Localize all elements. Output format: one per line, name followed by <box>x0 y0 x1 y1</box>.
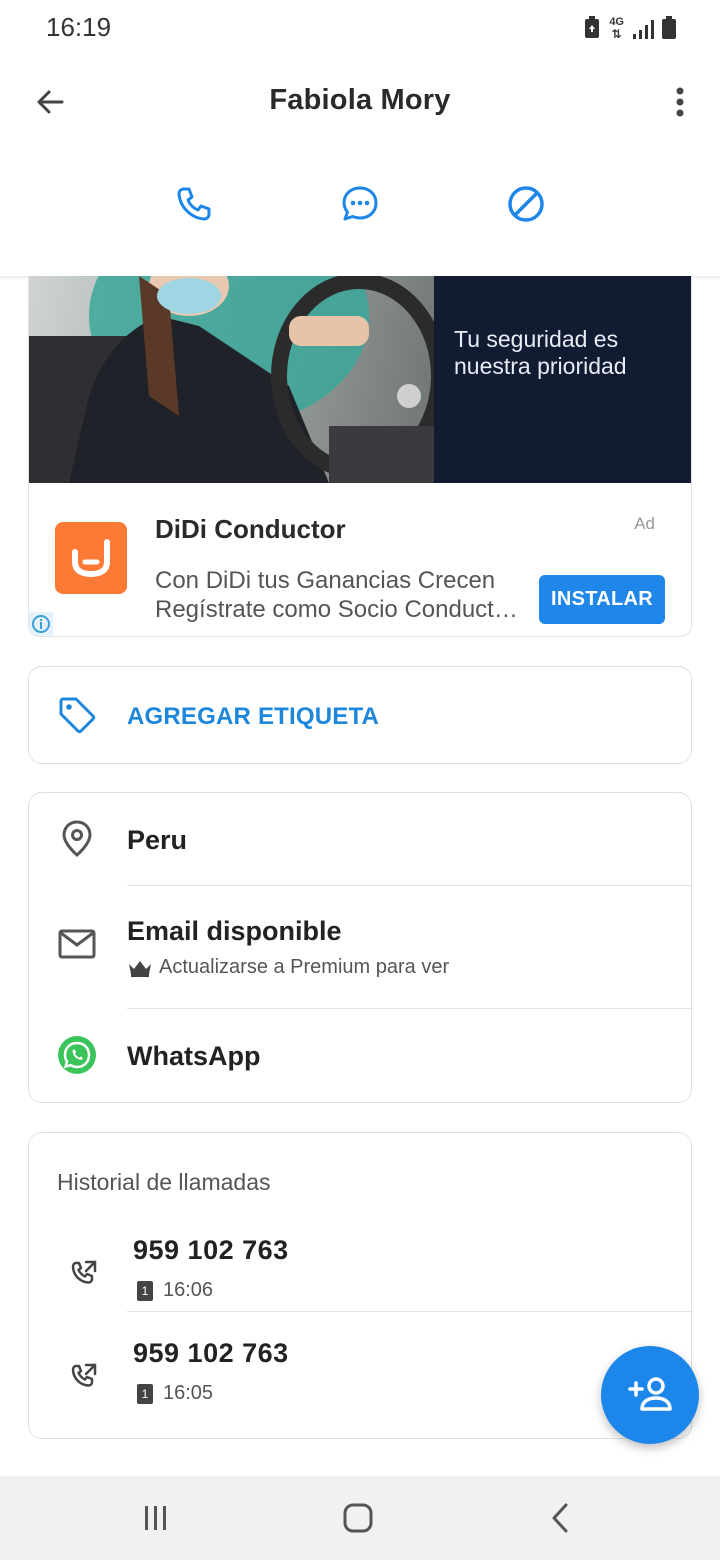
whatsapp-label: WhatsApp <box>127 1041 261 1071</box>
call-time-text: 16:05 <box>163 1382 214 1404</box>
driver-illustration <box>29 276 447 483</box>
ad-label: Ad <box>634 514 655 533</box>
sim-icon: 1 <box>137 1280 153 1301</box>
more-options-button[interactable] <box>662 80 698 124</box>
ad-photo <box>29 276 447 483</box>
email-premium-hint: Actualizarse a Premium para ver <box>127 956 449 979</box>
whatsapp-icon <box>57 1035 97 1075</box>
email-premium-text: Actualizarse a Premium para ver <box>159 956 450 978</box>
add-tag-label: AGREGAR ETIQUETA <box>127 703 380 730</box>
location-pin-icon <box>57 819 97 859</box>
message-button[interactable] <box>334 178 386 230</box>
install-button[interactable]: INSTALAR <box>539 575 665 624</box>
block-button[interactable] <box>500 178 552 230</box>
signal-icon <box>633 20 654 39</box>
call-time: 1 16:05 <box>137 1382 213 1405</box>
info-icon <box>32 615 50 633</box>
system-nav-bar <box>0 1476 720 1560</box>
status-time: 16:19 <box>46 12 112 42</box>
app-header: Fabiola Mory <box>0 54 720 150</box>
call-button[interactable] <box>168 178 220 230</box>
add-tag-card[interactable]: AGREGAR ETIQUETA <box>28 666 692 764</box>
email-title: Email disponible <box>127 916 342 946</box>
whatsapp-row[interactable]: WhatsApp <box>29 1009 693 1103</box>
phone-icon <box>177 187 211 221</box>
status-bar: 16:19 4G ⇅ <box>0 0 720 54</box>
footer-disclaimer-peek <box>0 1466 720 1476</box>
call-divider <box>127 1311 691 1312</box>
status-icons: 4G ⇅ <box>583 14 676 40</box>
call-history-item[interactable]: 959 102 763 1 16:05 <box>29 1328 693 1428</box>
ad-card[interactable]: Tu seguridad es nuestra prioridad DiDi C… <box>28 276 692 637</box>
contact-info-card: Peru Email disponible Actualizarse a Pre… <box>28 792 692 1103</box>
chat-bubble-icon <box>342 186 378 221</box>
battery-saver-icon <box>585 16 600 38</box>
didi-logo-mark <box>72 539 110 578</box>
sim-icon: 1 <box>137 1383 153 1404</box>
system-back-button[interactable] <box>540 1498 580 1538</box>
home-icon <box>343 1503 373 1533</box>
outgoing-call-icon <box>71 1363 97 1387</box>
block-icon <box>508 186 544 222</box>
battery-icon <box>662 16 676 39</box>
add-contact-icon <box>628 1377 672 1411</box>
location-row[interactable]: Peru <box>29 793 693 885</box>
action-bar <box>0 150 720 276</box>
home-button[interactable] <box>338 1498 378 1538</box>
call-history-item[interactable]: 959 102 763 1 16:06 <box>29 1225 693 1325</box>
4g-data-icon: 4G ⇅ <box>609 16 624 41</box>
call-time: 1 16:06 <box>137 1279 213 1302</box>
ad-banner-image[interactable]: Tu seguridad es nuestra prioridad <box>29 276 691 483</box>
outgoing-call-icon <box>71 1260 97 1284</box>
tag-icon <box>59 697 96 734</box>
didi-logo-icon <box>55 522 127 594</box>
call-time-text: 16:06 <box>163 1279 214 1301</box>
call-number: 959 102 763 <box>133 1338 289 1368</box>
add-contact-button[interactable] <box>601 1346 699 1444</box>
email-row[interactable]: Email disponible Actualizarse a Premium … <box>29 886 693 1008</box>
recent-apps-icon <box>145 1506 166 1530</box>
ad-description-line1: Con DiDi tus Ganancias Crecen <box>155 567 496 594</box>
call-history-title: Historial de llamadas <box>57 1169 271 1195</box>
call-history-card: Historial de llamadas 959 102 763 1 16:0… <box>28 1132 692 1439</box>
ad-title: DiDi Conductor <box>155 514 346 544</box>
crown-icon <box>129 960 151 977</box>
ad-description-line2: Regístrate como Socio Conduct… <box>155 596 518 623</box>
adchoices-info-icon[interactable] <box>29 612 53 636</box>
location-text: Peru <box>127 825 188 855</box>
call-number: 959 102 763 <box>133 1235 289 1265</box>
ad-headline: Tu seguridad es nuestra prioridad <box>454 326 627 379</box>
recent-apps-button[interactable] <box>136 1498 176 1538</box>
more-vert-icon <box>676 87 684 117</box>
email-icon <box>57 924 97 964</box>
chevron-left-icon <box>552 1503 568 1533</box>
page-title: Fabiola Mory <box>269 84 451 116</box>
